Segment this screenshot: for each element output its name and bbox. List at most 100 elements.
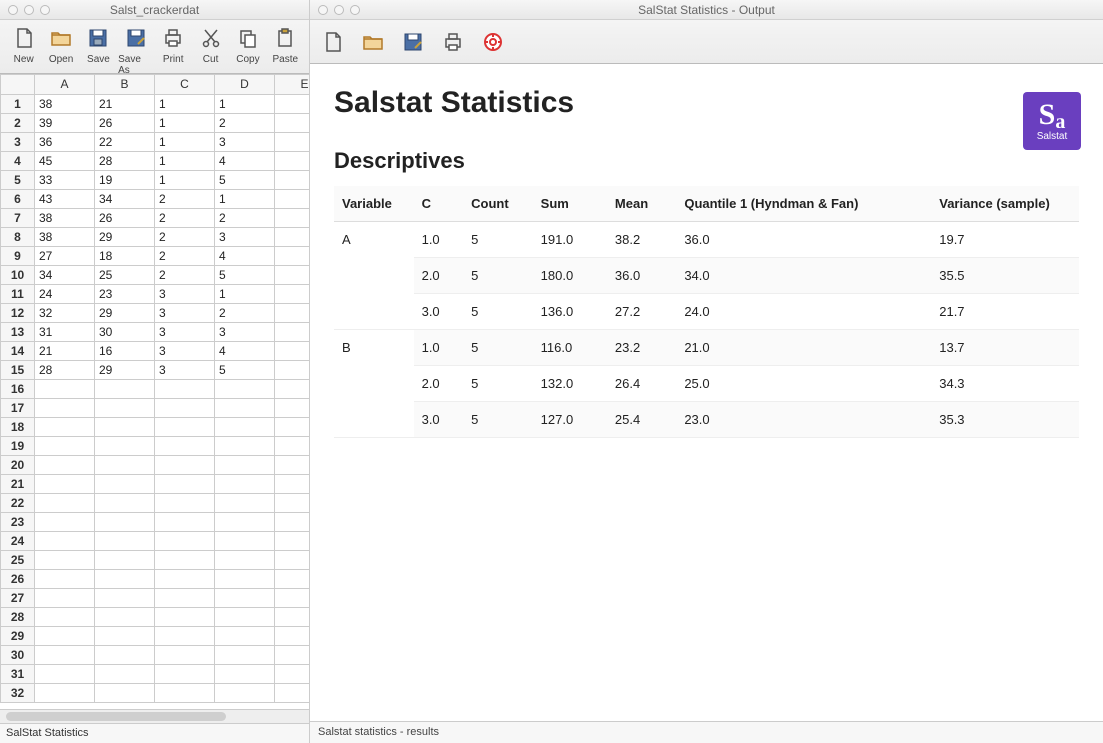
cell[interactable] xyxy=(275,569,310,588)
cell[interactable] xyxy=(275,626,310,645)
cell[interactable] xyxy=(215,626,275,645)
cell[interactable]: 28 xyxy=(35,360,95,379)
cell[interactable] xyxy=(275,170,310,189)
cell[interactable]: 2 xyxy=(215,208,275,227)
cell[interactable] xyxy=(215,531,275,550)
new-button[interactable] xyxy=(316,28,350,58)
row-header[interactable]: 18 xyxy=(1,417,35,436)
cell[interactable]: 29 xyxy=(95,303,155,322)
cell[interactable] xyxy=(275,151,310,170)
cell[interactable] xyxy=(35,664,95,683)
cell[interactable]: 22 xyxy=(95,132,155,151)
cell[interactable]: 21 xyxy=(35,341,95,360)
saveas-button[interactable]: Save As xyxy=(118,24,153,76)
cell[interactable] xyxy=(35,512,95,531)
cell[interactable] xyxy=(275,474,310,493)
cell[interactable] xyxy=(95,645,155,664)
zoom-icon[interactable] xyxy=(40,5,50,15)
cell[interactable]: 2 xyxy=(155,265,215,284)
cell[interactable] xyxy=(275,360,310,379)
cell[interactable]: 1 xyxy=(155,151,215,170)
cell[interactable]: 3 xyxy=(155,360,215,379)
cell[interactable]: 39 xyxy=(35,113,95,132)
cell[interactable] xyxy=(95,531,155,550)
cell[interactable] xyxy=(95,512,155,531)
cell[interactable] xyxy=(155,645,215,664)
cell[interactable] xyxy=(275,113,310,132)
cell[interactable] xyxy=(35,607,95,626)
cell[interactable]: 5 xyxy=(215,360,275,379)
row-header[interactable]: 22 xyxy=(1,493,35,512)
cell[interactable] xyxy=(35,588,95,607)
cell[interactable] xyxy=(275,379,310,398)
row-header[interactable]: 1 xyxy=(1,94,35,113)
cell[interactable] xyxy=(275,493,310,512)
cell[interactable]: 25 xyxy=(95,265,155,284)
cell[interactable]: 21 xyxy=(95,94,155,113)
cell[interactable]: 18 xyxy=(95,246,155,265)
col-header-A[interactable]: A xyxy=(35,75,95,94)
cell[interactable] xyxy=(155,607,215,626)
cell[interactable] xyxy=(215,379,275,398)
cell[interactable] xyxy=(275,664,310,683)
cell[interactable] xyxy=(275,227,310,246)
cell[interactable] xyxy=(275,265,310,284)
save-button[interactable]: Save xyxy=(81,24,116,65)
cell[interactable] xyxy=(95,455,155,474)
cell[interactable]: 30 xyxy=(95,322,155,341)
cell[interactable]: 38 xyxy=(35,208,95,227)
cell[interactable]: 29 xyxy=(95,227,155,246)
cell[interactable] xyxy=(275,607,310,626)
cell[interactable]: 2 xyxy=(155,189,215,208)
cell[interactable] xyxy=(275,436,310,455)
row-header[interactable]: 6 xyxy=(1,189,35,208)
spreadsheet[interactable]: ABCDE 1382111239261233622134452814533191… xyxy=(0,74,309,709)
row-header[interactable]: 10 xyxy=(1,265,35,284)
cell[interactable]: 2 xyxy=(155,246,215,265)
row-header[interactable]: 28 xyxy=(1,607,35,626)
cell[interactable] xyxy=(35,645,95,664)
cell[interactable]: 1 xyxy=(155,94,215,113)
cell[interactable]: 2 xyxy=(215,303,275,322)
cell[interactable]: 3 xyxy=(155,341,215,360)
copy-button[interactable]: Copy xyxy=(230,24,265,65)
close-icon[interactable] xyxy=(8,5,18,15)
cell[interactable]: 26 xyxy=(95,208,155,227)
cell[interactable] xyxy=(275,645,310,664)
cell[interactable] xyxy=(35,436,95,455)
minimize-icon[interactable] xyxy=(24,5,34,15)
row-header[interactable]: 9 xyxy=(1,246,35,265)
help-button[interactable] xyxy=(476,28,510,58)
cell[interactable] xyxy=(275,398,310,417)
cell[interactable] xyxy=(35,683,95,702)
cell[interactable] xyxy=(275,246,310,265)
cell[interactable] xyxy=(215,493,275,512)
cell[interactable]: 5 xyxy=(215,170,275,189)
cell[interactable] xyxy=(275,512,310,531)
cell[interactable] xyxy=(215,645,275,664)
cell[interactable]: 24 xyxy=(35,284,95,303)
cell[interactable] xyxy=(155,512,215,531)
cell[interactable] xyxy=(215,436,275,455)
cell[interactable] xyxy=(35,379,95,398)
cell[interactable] xyxy=(155,531,215,550)
cell[interactable]: 32 xyxy=(35,303,95,322)
cell[interactable] xyxy=(275,531,310,550)
cell[interactable] xyxy=(155,493,215,512)
row-header[interactable]: 20 xyxy=(1,455,35,474)
cell[interactable] xyxy=(215,417,275,436)
cell[interactable] xyxy=(95,398,155,417)
minimize-icon[interactable] xyxy=(334,5,344,15)
close-icon[interactable] xyxy=(318,5,328,15)
col-header-B[interactable]: B xyxy=(95,75,155,94)
row-header[interactable]: 16 xyxy=(1,379,35,398)
cell[interactable]: 3 xyxy=(155,284,215,303)
new-button[interactable]: New xyxy=(6,24,41,65)
cell[interactable]: 1 xyxy=(155,132,215,151)
cell[interactable] xyxy=(215,550,275,569)
cell[interactable]: 3 xyxy=(155,303,215,322)
saveas-button[interactable] xyxy=(396,28,430,58)
cell[interactable]: 3 xyxy=(215,227,275,246)
cell[interactable] xyxy=(275,303,310,322)
cell[interactable] xyxy=(155,664,215,683)
